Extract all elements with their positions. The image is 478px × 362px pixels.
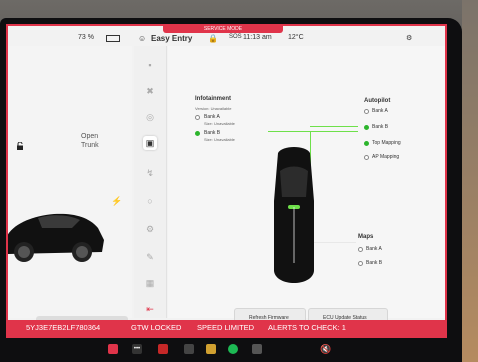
battery-icon <box>106 35 120 42</box>
top-mapping-radio[interactable] <box>364 141 369 146</box>
unlock-icon[interactable] <box>16 142 24 150</box>
vehicle-panel: Open Trunk ⚡ <box>8 46 132 336</box>
nav-gear-icon[interactable]: ⚙ <box>143 222 157 236</box>
nav-bolt-icon[interactable]: ↯ <box>143 166 157 180</box>
browser-icon[interactable] <box>184 344 194 354</box>
bank-b-detail: Size: Unavailable <box>204 137 235 142</box>
bank-a-radio[interactable] <box>195 115 200 120</box>
profile-name[interactable]: Easy Entry <box>151 34 192 43</box>
volume-mute-icon[interactable]: 🔇 <box>320 344 331 354</box>
bank-a-label: Bank A <box>204 114 220 120</box>
infotainment-version: Version: Unavailable <box>195 106 232 111</box>
arcade-icon[interactable] <box>206 344 216 354</box>
open-trunk-button[interactable]: Open Trunk <box>81 132 99 150</box>
maps-bank-a-label: Bank A <box>366 246 382 252</box>
autopilot-bank-a-radio[interactable] <box>364 109 369 114</box>
infotainment-title: Infotainment <box>195 96 231 102</box>
nav-car-icon[interactable]: ▪ <box>143 58 157 72</box>
firmware-content: Infotainment Version: Unavailable Bank A… <box>168 46 445 326</box>
bank-b-radio[interactable] <box>195 131 200 136</box>
maps-title: Maps <box>358 234 374 240</box>
profile-icon[interactable]: ☺ <box>138 34 146 43</box>
bank-a-detail: Size: Unavailable <box>204 121 235 126</box>
infotainment-link <box>268 131 358 132</box>
spotify-icon[interactable] <box>228 344 238 354</box>
autopilot-bank-b-label: Bank B <box>372 124 389 130</box>
clock: 11:13 am <box>243 34 272 41</box>
settings-icon[interactable]: ⚙ <box>406 34 412 42</box>
speed-status: SPEED LIMITED <box>197 323 255 332</box>
calendar-icon[interactable] <box>252 344 262 354</box>
car-side-render <box>8 213 104 262</box>
vin-label: 5YJ3E7EB2LF780364 <box>26 323 101 332</box>
status-bar: 73 % ☺ Easy Entry 🔒 SOS 11:13 am 12°C ⚙ <box>8 32 445 46</box>
gtw-status: GTW LOCKED <box>131 323 182 332</box>
more-apps-icon[interactable]: ••• <box>132 344 142 354</box>
nav-chip-icon[interactable]: ▣ <box>143 136 157 150</box>
bank-b-label: Bank B <box>204 130 221 136</box>
nav-wheel-icon[interactable]: ○ <box>143 194 157 208</box>
sos-label: SOS <box>229 34 242 40</box>
autopilot-link <box>310 126 358 127</box>
service-nav: ▪ ✖ ◎ ▣ ↯ ○ ⚙ ✎ ▦ ⇤ <box>134 46 167 318</box>
maps-bank-a-radio[interactable] <box>358 247 363 252</box>
top-mapping-label: Top Mapping <box>372 140 401 146</box>
autopilot-bank-b-radio[interactable] <box>364 125 369 130</box>
alerts-count[interactable]: ALERTS TO CHECK: 1 <box>268 320 346 336</box>
nav-wrench-icon[interactable]: ✖ <box>143 84 157 98</box>
maps-bank-b-radio[interactable] <box>358 261 363 266</box>
outside-temperature: 12°C <box>288 34 304 41</box>
nav-steering-icon[interactable]: ◎ <box>143 110 157 124</box>
lock-status-icon: 🔒 <box>208 34 218 43</box>
nav-grid-icon[interactable]: ▦ <box>143 276 157 290</box>
dashboard-wood-edge <box>462 0 478 362</box>
maps-bank-b-label: Bank B <box>366 260 383 266</box>
ap-mapping-label: AP Mapping <box>372 154 400 160</box>
autopilot-bank-a-label: Bank A <box>372 108 388 114</box>
toybox-icon[interactable] <box>158 344 168 354</box>
car-top-render <box>274 147 314 283</box>
service-alert-bar: 5YJ3E7EB2LF780364 GTW LOCKED SPEED LIMIT… <box>8 320 445 336</box>
battery-percent: 73 % <box>78 34 94 41</box>
taskbar: ••• 🔇 <box>0 338 462 362</box>
nav-pencil-icon[interactable]: ✎ <box>143 250 157 264</box>
nav-exit-icon[interactable]: ⇤ <box>143 302 157 316</box>
charge-port-icon[interactable]: ⚡ <box>111 196 122 207</box>
ap-mapping-radio[interactable] <box>364 155 369 160</box>
app-launcher-icon[interactable] <box>108 344 118 354</box>
touchscreen: SERVICE MODE 73 % ☺ Easy Entry 🔒 SOS 11:… <box>6 24 447 338</box>
autopilot-title: Autopilot <box>364 98 391 104</box>
